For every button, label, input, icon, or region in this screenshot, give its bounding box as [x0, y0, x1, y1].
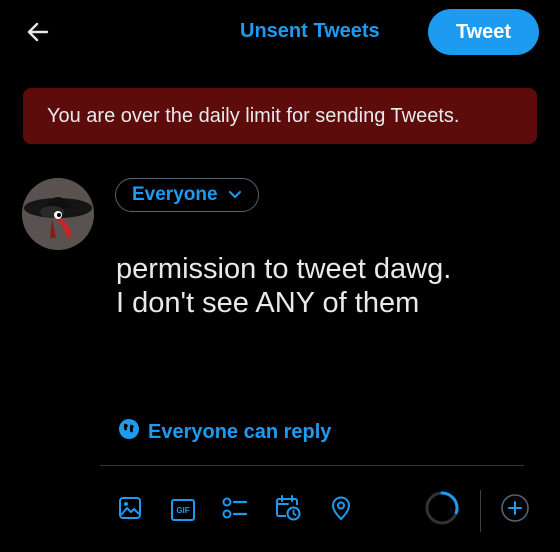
add-icon	[500, 493, 530, 528]
poll-icon	[221, 495, 249, 526]
gif-icon-label: GIF	[176, 505, 190, 515]
schedule-icon	[274, 494, 302, 527]
audience-selector[interactable]: Everyone	[115, 178, 259, 212]
toolbar-separator	[480, 490, 481, 532]
avatar[interactable]	[22, 178, 94, 250]
tweet-text-line-1: permission to tweet dawg.	[116, 253, 452, 285]
character-counter	[424, 490, 460, 531]
audience-label: Everyone	[132, 184, 218, 205]
chevron-down-icon	[228, 184, 242, 206]
back-button[interactable]	[22, 18, 54, 50]
location-icon	[328, 495, 354, 526]
error-banner: You are over the daily limit for sending…	[23, 88, 537, 144]
reply-setting-label: Everyone can reply	[148, 420, 332, 443]
tweet-textarea[interactable]: permission to tweet dawg. I don't see AN…	[116, 252, 536, 320]
media-button[interactable]	[115, 495, 145, 525]
gif-button[interactable]: GIF	[168, 495, 198, 525]
reply-setting-button[interactable]: Everyone can reply	[118, 418, 331, 446]
divider	[100, 465, 524, 466]
add-tweet-button[interactable]	[500, 493, 530, 528]
tweet-text-line-2: I don't see ANY of them	[116, 287, 420, 319]
tweet-button[interactable]: Tweet	[428, 9, 539, 55]
gif-icon: GIF	[171, 499, 195, 521]
schedule-button[interactable]	[273, 494, 303, 527]
location-button[interactable]	[326, 495, 356, 525]
globe-icon	[118, 418, 140, 446]
poll-button[interactable]	[220, 495, 250, 525]
error-banner-text: You are over the daily limit for sending…	[47, 104, 460, 127]
image-icon	[117, 495, 143, 526]
arrow-left-icon	[25, 19, 51, 50]
unsent-tweets-link[interactable]: Unsent Tweets	[240, 20, 380, 43]
progress-ring-icon	[424, 490, 460, 531]
